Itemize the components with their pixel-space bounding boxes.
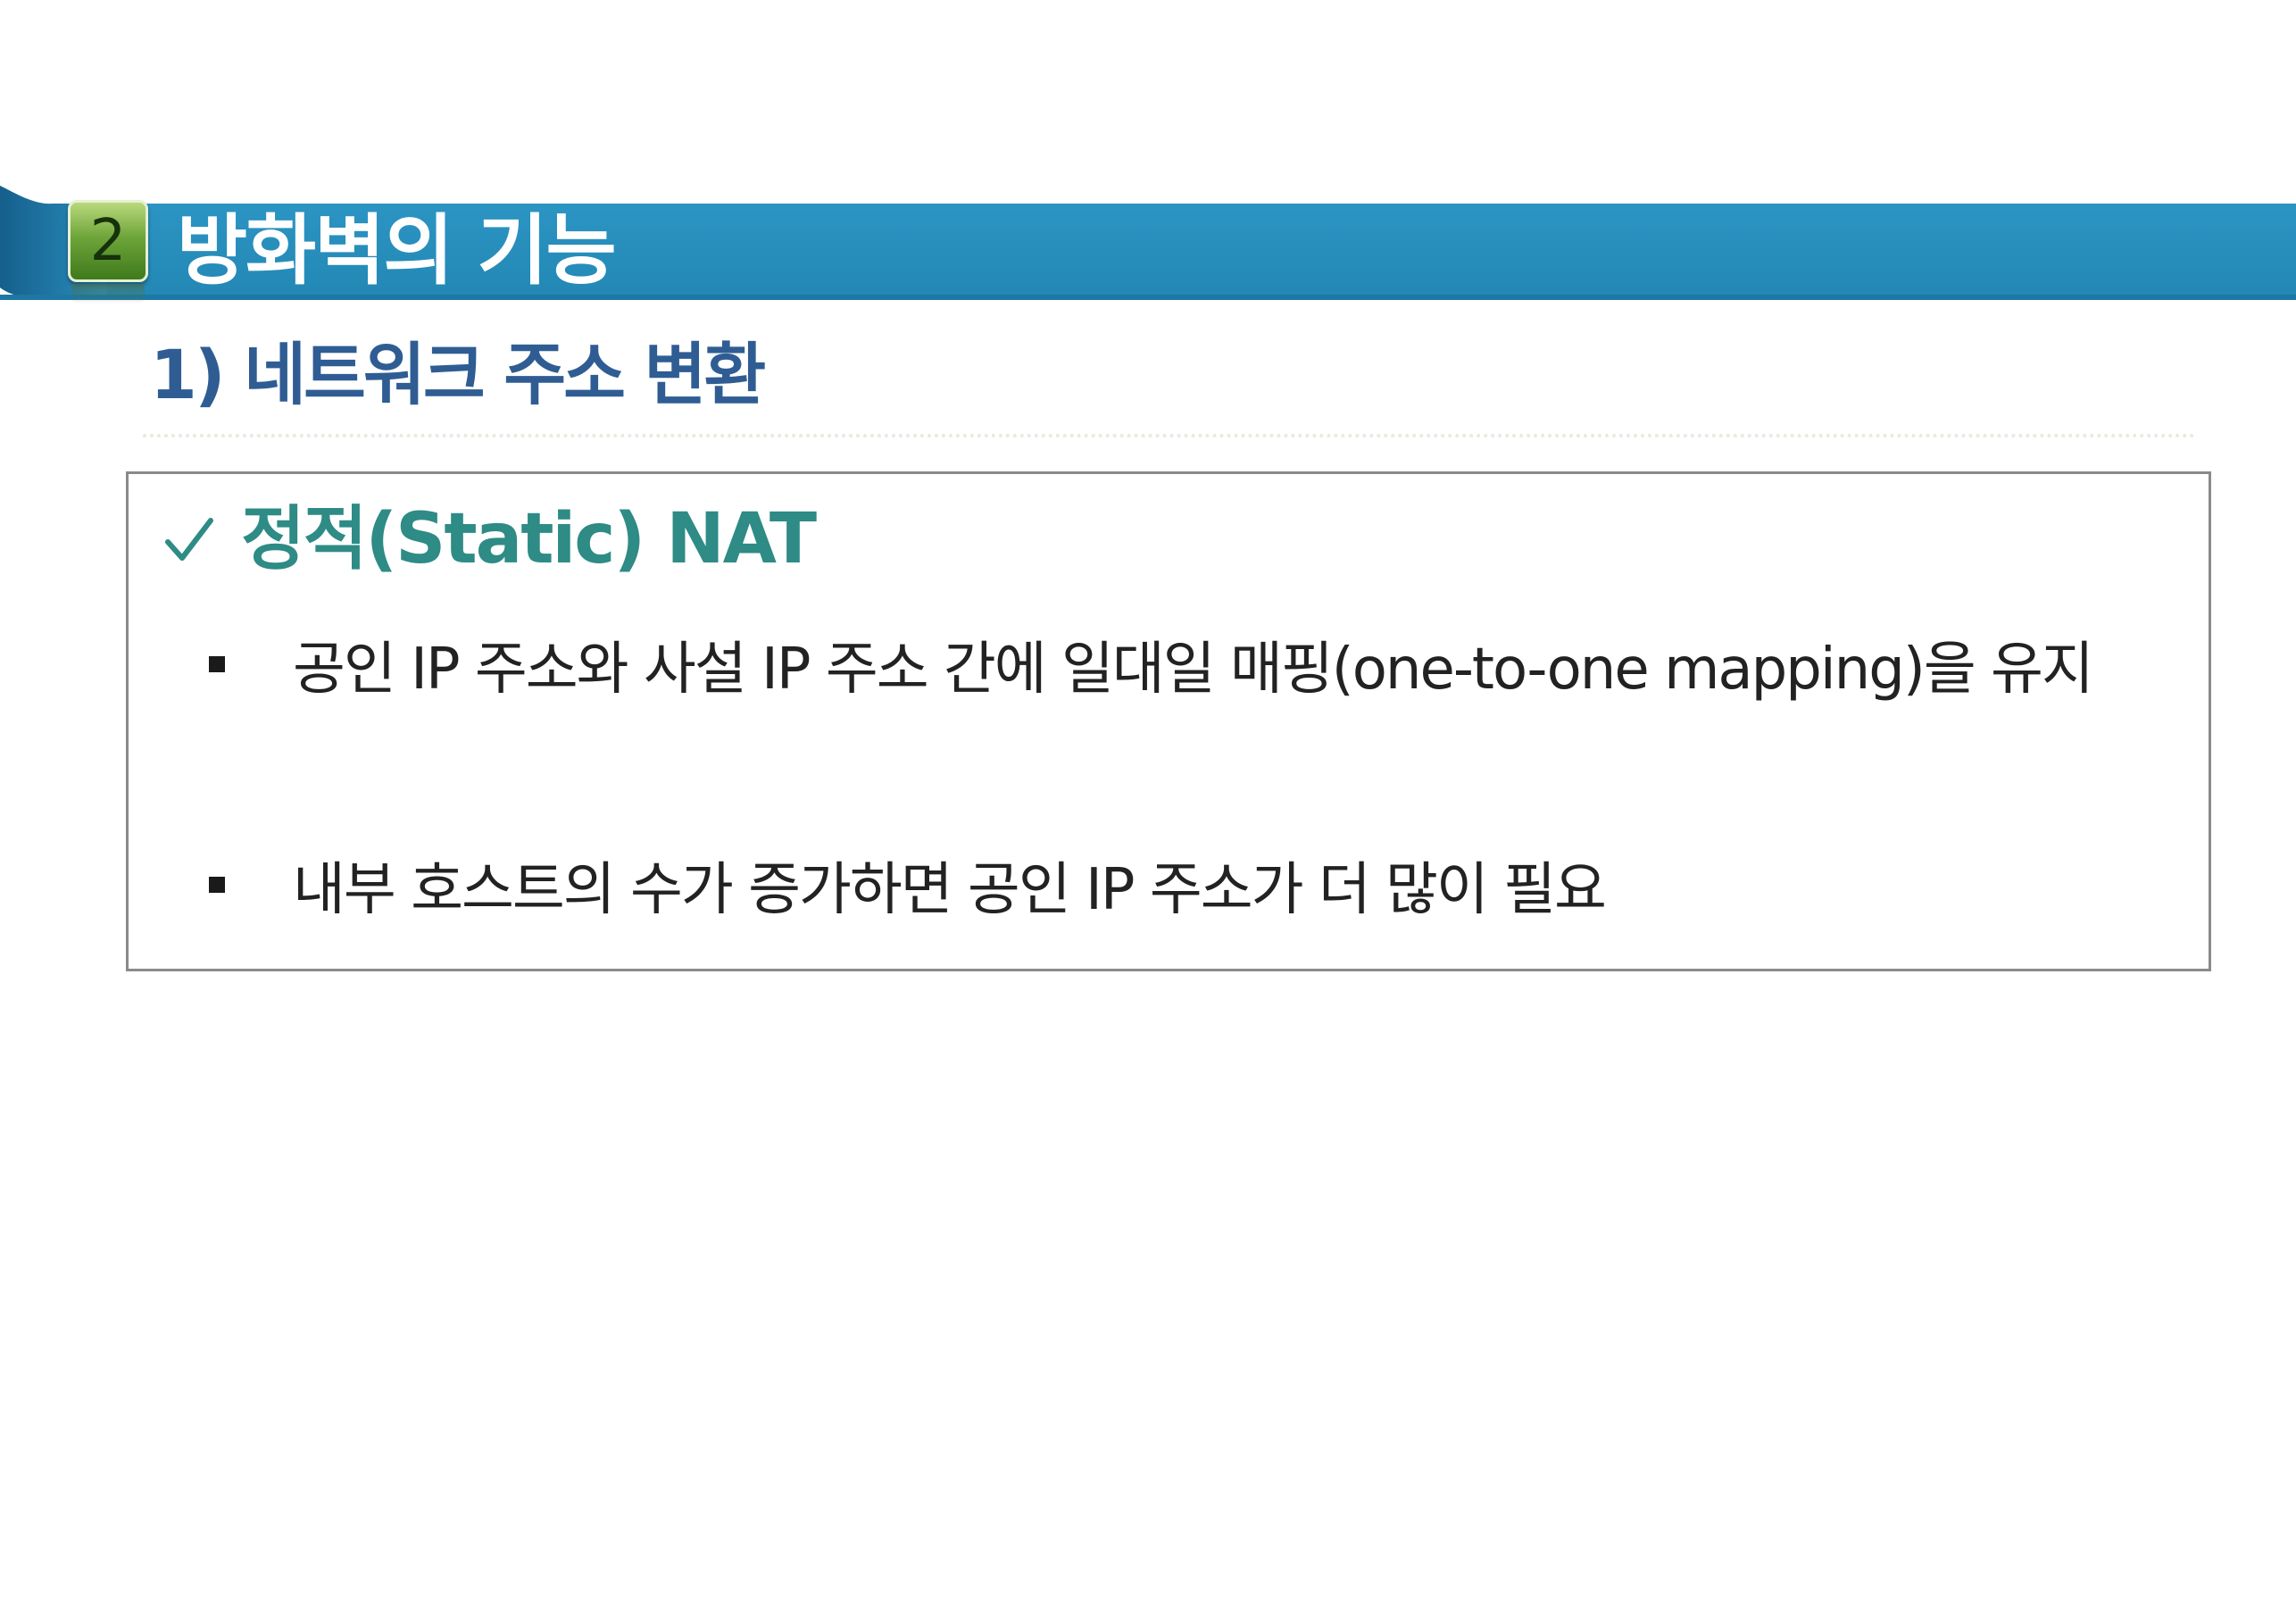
bullet-text: 내부 호스트의 수가 증가하면 공인 IP 주소가 더 많이 필요 (293, 857, 1607, 923)
bullet-marker (209, 877, 225, 893)
check-icon (165, 517, 213, 561)
badge-reflection (71, 284, 145, 304)
section-number-badge: 2 (68, 200, 148, 282)
sub-heading: 정적(Static) NAT (164, 499, 817, 579)
bullet-text: 공인 IP 주소와 사설 IP 주소 간에 일대일 매핑(one-to-one … (293, 637, 2094, 703)
section-divider (143, 434, 2196, 437)
section-title: 1) 네트워크 주소 변환 (150, 335, 766, 414)
bullet-marker (209, 656, 225, 672)
badge-number: 2 (89, 208, 127, 274)
page-title: 방화벽의 기능 (177, 205, 617, 296)
sub-heading-text: 정적(Static) NAT (241, 499, 817, 579)
